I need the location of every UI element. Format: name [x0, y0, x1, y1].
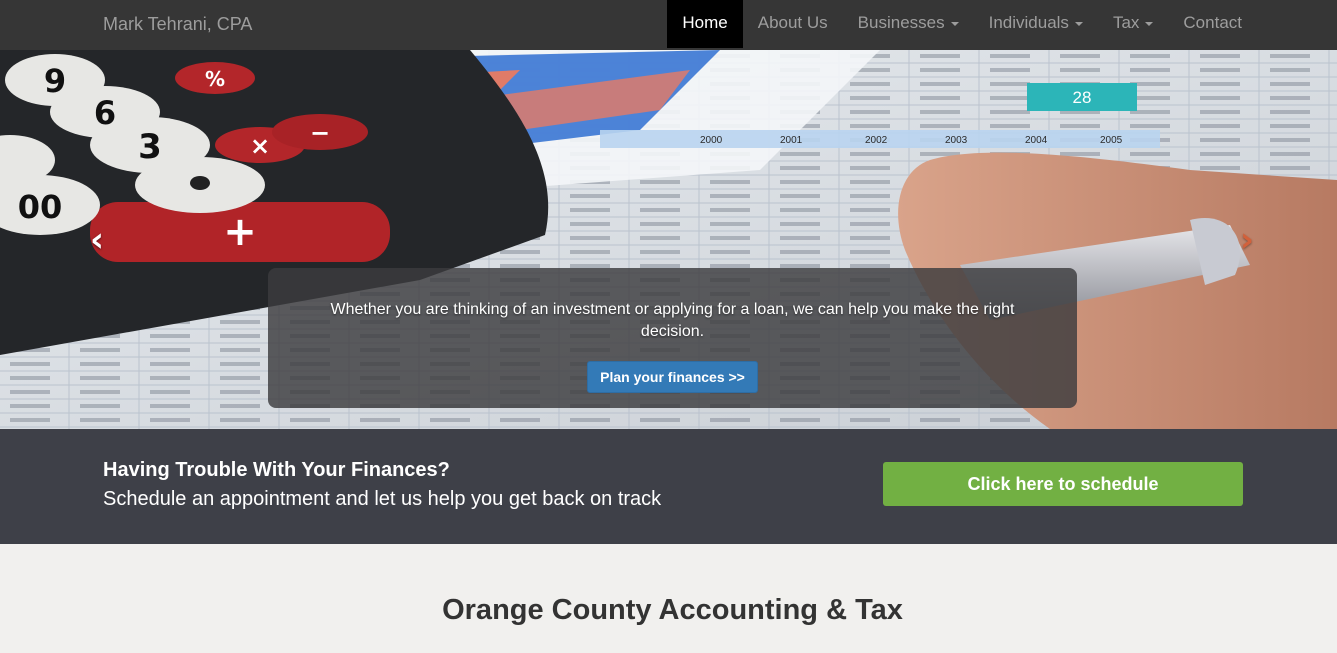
- paper-year-label: 2005: [1100, 135, 1123, 146]
- nav-item-contact[interactable]: Contact: [1168, 0, 1257, 48]
- nav-item-about-us[interactable]: About Us: [743, 0, 843, 48]
- nav-item-label: Individuals: [988, 13, 1069, 32]
- calc-key-label: 3: [138, 127, 162, 167]
- schedule-button[interactable]: Click here to schedule: [883, 462, 1243, 506]
- caret-down-icon: [1074, 21, 1083, 26]
- chevron-left-icon: ‹: [89, 220, 104, 260]
- calc-key-label: −: [310, 119, 330, 147]
- nav-item-label: Businesses: [857, 13, 945, 32]
- calc-key-label: ×: [250, 132, 270, 160]
- calc-key-label: +: [223, 209, 257, 255]
- calc-key-label: %: [205, 67, 225, 91]
- carousel-caption-text: Whether you are thinking of an investmen…: [330, 301, 1015, 340]
- hero-carousel: 28 2000 2001 2002 2003 2004 2005 % × − +…: [0, 50, 1337, 429]
- top-navbar: Mark Tehrani, CPA Home About Us Business…: [0, 0, 1337, 51]
- carousel-next-button[interactable]: ›: [1227, 220, 1267, 260]
- banner-subtitle: Schedule an appointment and let us help …: [103, 488, 662, 510]
- paper-year-label: 2003: [945, 135, 968, 146]
- chevron-right-icon: ›: [1239, 220, 1254, 260]
- paper-year-label: 2002: [865, 135, 888, 146]
- calc-key-label: 00: [18, 188, 63, 226]
- schedule-banner: Having Trouble With Your Finances? Sched…: [0, 429, 1337, 544]
- carousel-caption: Whether you are thinking of an investmen…: [268, 268, 1077, 408]
- paper-year-label: 2004: [1025, 135, 1048, 146]
- nav-item-individuals[interactable]: Individuals: [974, 0, 1098, 48]
- nav-item-home[interactable]: Home: [667, 0, 743, 48]
- calc-key-label: 6: [94, 94, 116, 132]
- paper-year-label: 2000: [700, 135, 723, 146]
- nav-item-label: Tax: [1112, 13, 1140, 32]
- paper-year-label: 2001: [780, 135, 803, 146]
- banner-title: Having Trouble With Your Finances?: [103, 459, 450, 481]
- nav-item-label: Contact: [1183, 13, 1242, 32]
- nav-item-tax[interactable]: Tax: [1098, 0, 1168, 48]
- nav-item-businesses[interactable]: Businesses: [843, 0, 974, 48]
- calc-key-label: 9: [44, 62, 66, 100]
- section-title: Orange County Accounting & Tax: [442, 594, 903, 626]
- nav-item-label: About Us: [757, 13, 828, 32]
- plan-finances-button[interactable]: Plan your finances >>: [587, 361, 758, 393]
- carousel-prev-button[interactable]: ‹: [77, 220, 117, 260]
- paper-label-28: 28: [1073, 88, 1092, 107]
- nav-item-label: Home: [682, 13, 728, 32]
- caret-down-icon: [1145, 21, 1154, 26]
- main-content: Orange County Accounting & Tax: [0, 544, 1337, 653]
- brand-logo[interactable]: Mark Tehrani, CPA: [103, 0, 252, 50]
- main-nav: Home About Us Businesses Individuals Tax…: [667, 0, 1257, 50]
- caret-down-icon: [950, 21, 959, 26]
